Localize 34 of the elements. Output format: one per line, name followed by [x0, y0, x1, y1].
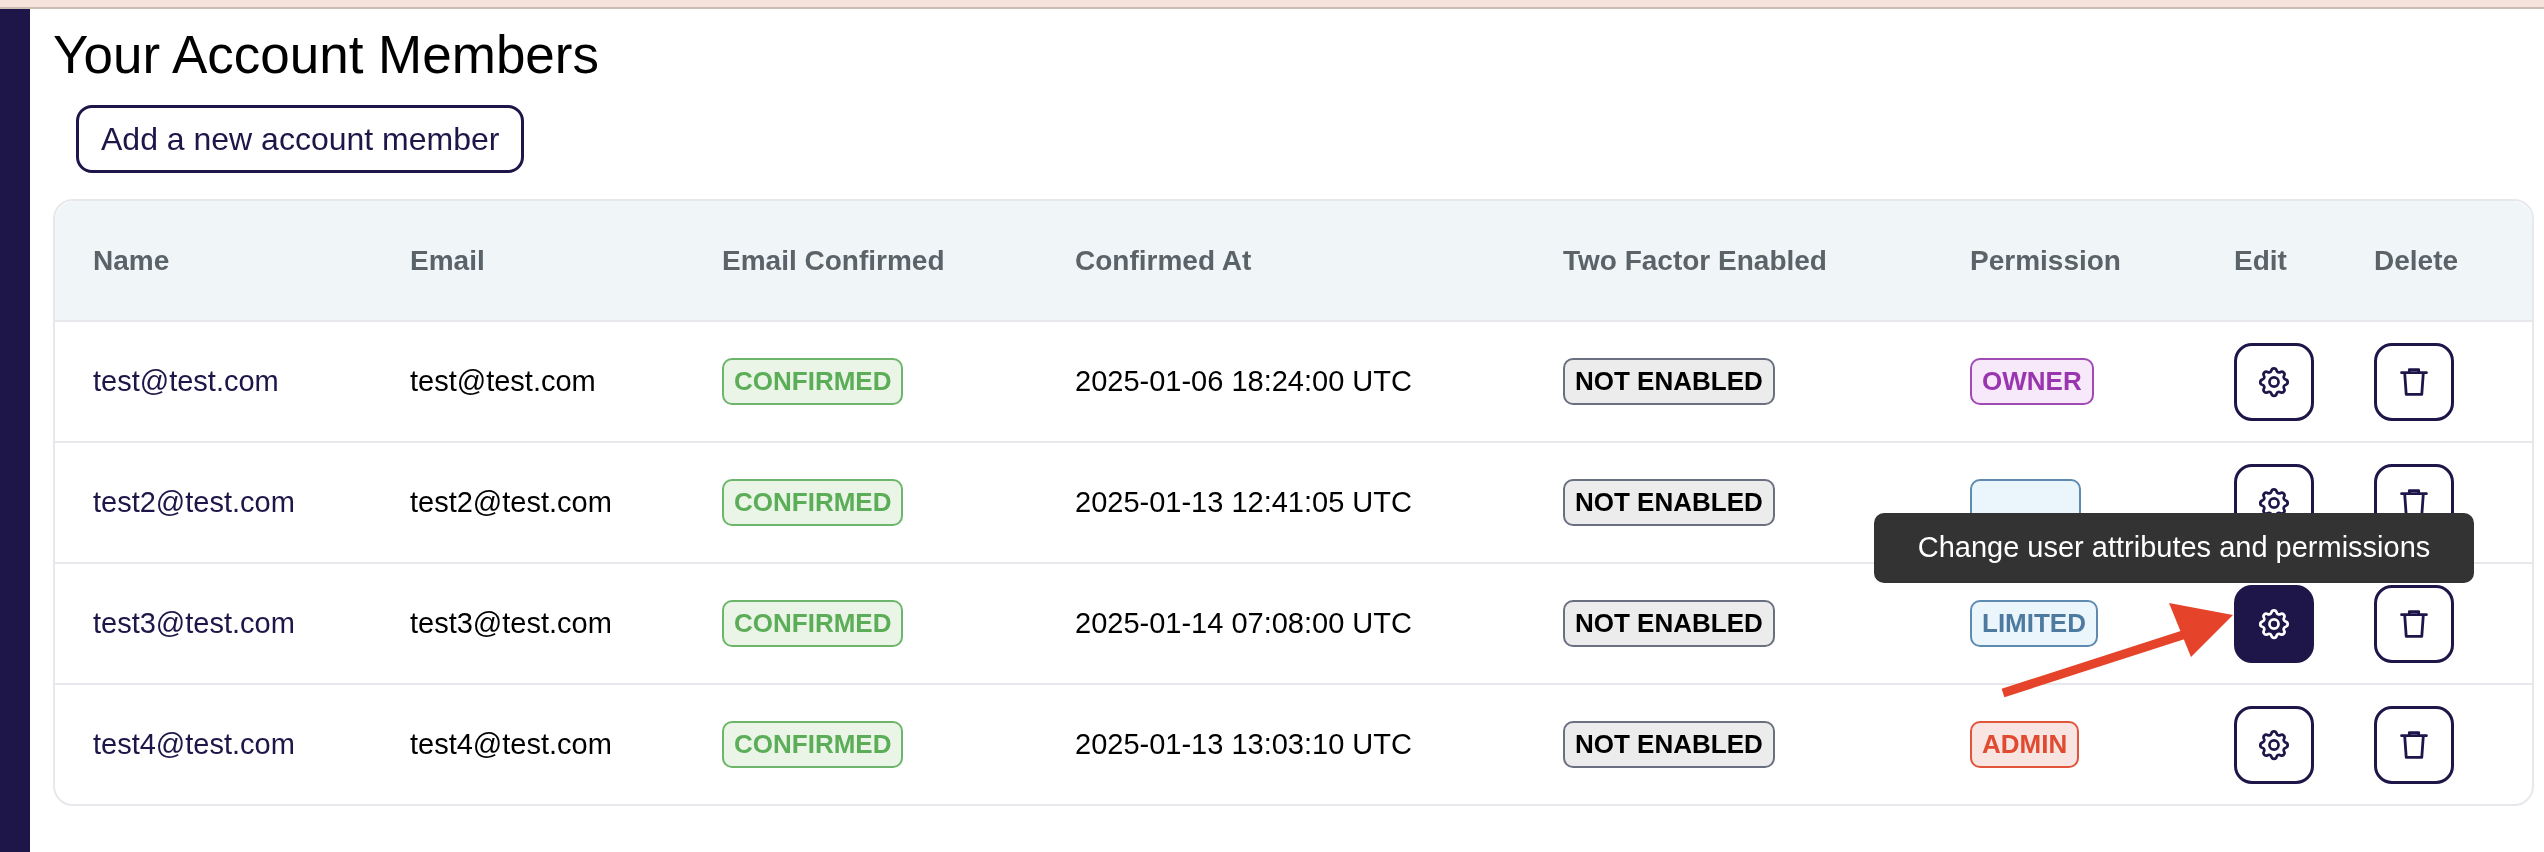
email-cell: test@test.com: [410, 365, 596, 398]
column-header: Email Confirmed: [722, 244, 945, 277]
permission-badge: LIMITED: [1970, 600, 2098, 647]
permission-badge: ADMIN: [1970, 721, 2080, 768]
page-title: Your Account Members: [53, 25, 600, 85]
column-header: Delete: [2374, 244, 2459, 277]
email-cell: test4@test.com: [410, 728, 612, 761]
email-cell: test3@test.com: [410, 607, 612, 640]
status-badge: NOT ENABLED: [1563, 358, 1775, 405]
status-badge: CONFIRMED: [722, 721, 904, 768]
column-header: Email: [410, 244, 485, 277]
member-name-link[interactable]: test@test.com: [93, 365, 279, 398]
member-name-link[interactable]: test3@test.com: [93, 607, 295, 640]
status-badge: NOT ENABLED: [1563, 600, 1775, 647]
tooltip: Change user attributes and permissions: [1874, 512, 2474, 583]
column-header: Permission: [1970, 244, 2121, 277]
column-header: Confirmed At: [1075, 244, 1252, 277]
member-name-link[interactable]: test2@test.com: [93, 486, 295, 519]
status-badge: CONFIRMED: [722, 600, 904, 647]
add-member-button[interactable]: Add a new account member: [76, 105, 525, 173]
permission-badge: OWNER: [1970, 358, 2094, 405]
status-badge: NOT ENABLED: [1563, 721, 1775, 768]
status-badge: NOT ENABLED: [1563, 479, 1775, 526]
status-badge: CONFIRMED: [722, 479, 904, 526]
column-header: Two Factor Enabled: [1563, 244, 1827, 277]
date-cell: 2025-01-13 13:03:10 UTC: [1075, 728, 1412, 761]
email-cell: test2@test.com: [410, 486, 612, 519]
member-name-link[interactable]: test4@test.com: [93, 728, 295, 761]
date-cell: 2025-01-13 12:41:05 UTC: [1075, 486, 1412, 519]
date-cell: 2025-01-06 18:24:00 UTC: [1075, 365, 1412, 398]
date-cell: 2025-01-14 07:08:00 UTC: [1075, 607, 1412, 640]
column-header: Name: [93, 244, 170, 277]
column-header: Edit: [2234, 244, 2287, 277]
status-badge: CONFIRMED: [722, 358, 904, 405]
